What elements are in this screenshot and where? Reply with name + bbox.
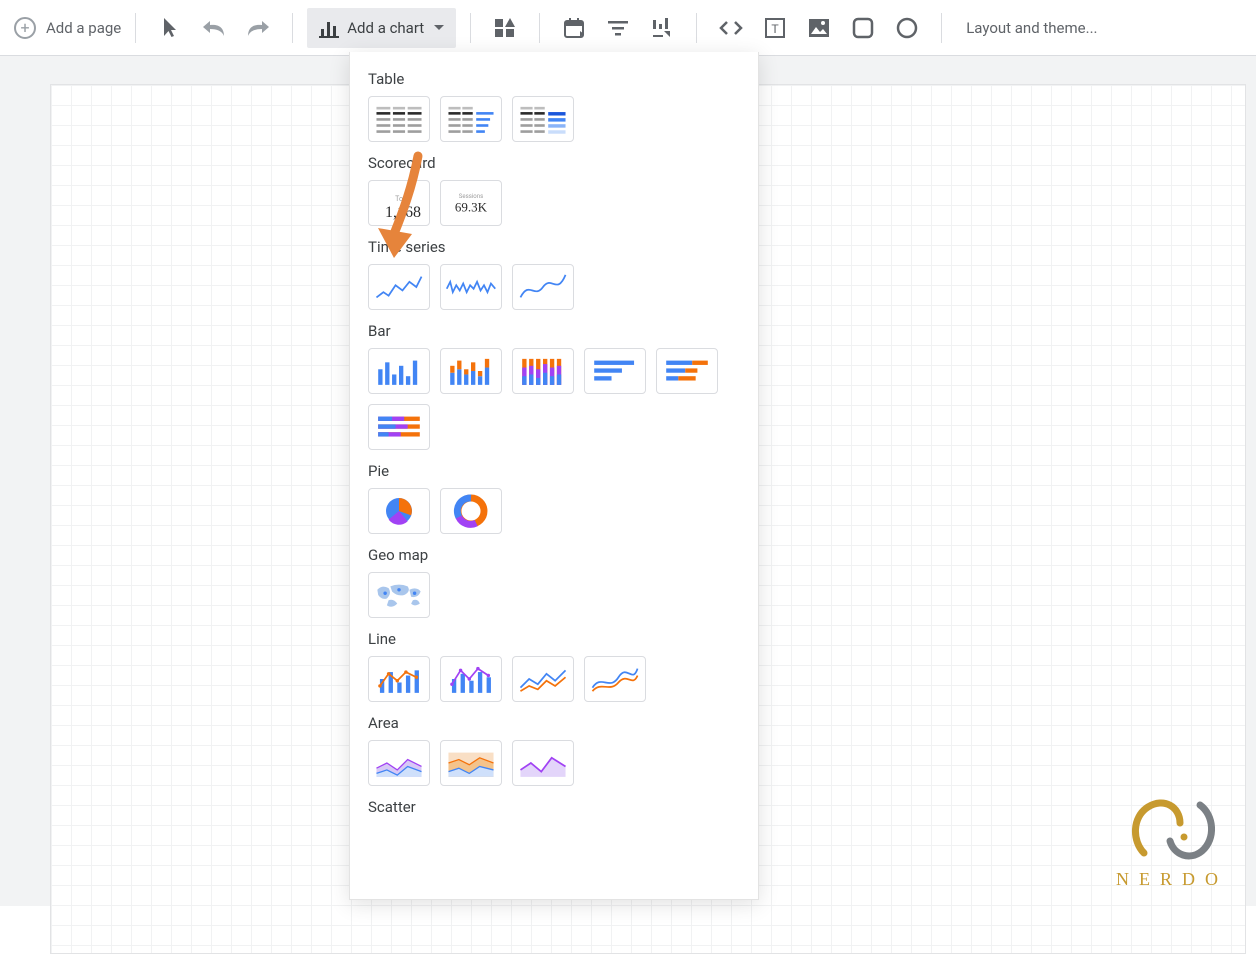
- add-page-label: Add a page: [46, 19, 121, 37]
- section-geo-map: Geo map: [368, 546, 740, 564]
- watermark-logo: NERDO: [1116, 793, 1228, 890]
- redo-icon: [245, 18, 271, 38]
- chart-thumb-pie[interactable]: [368, 488, 430, 534]
- chart-thumb-combo-1[interactable]: [368, 656, 430, 702]
- chart-thumb-area-100[interactable]: [440, 740, 502, 786]
- rectangle-shape-button[interactable]: [843, 8, 883, 48]
- main-toolbar: + Add a page Add a chart: [0, 0, 1256, 56]
- image-button[interactable]: [799, 8, 839, 48]
- community-visualizations-button[interactable]: [485, 8, 525, 48]
- add-page-button[interactable]: + Add a page: [14, 8, 121, 48]
- toolbar-separator: [470, 13, 471, 43]
- svg-text:T: T: [772, 22, 780, 36]
- undo-button[interactable]: [194, 8, 234, 48]
- add-chart-button[interactable]: Add a chart: [307, 8, 456, 48]
- chart-thumb-combo-2[interactable]: [440, 656, 502, 702]
- add-chart-label: Add a chart: [347, 19, 424, 37]
- data-control-button[interactable]: [642, 8, 682, 48]
- chart-thumb-bar-horizontal[interactable]: [584, 348, 646, 394]
- section-bar: Bar: [368, 322, 740, 340]
- layout-theme-label: Layout and theme...: [966, 19, 1097, 37]
- section-table: Table: [368, 70, 740, 88]
- chart-thumb-table-heatmap[interactable]: [512, 96, 574, 142]
- chart-thumb-area-stacked[interactable]: [368, 740, 430, 786]
- circle-shape-button[interactable]: [887, 8, 927, 48]
- layout-theme-button[interactable]: Layout and theme...: [956, 8, 1107, 48]
- text-box-button[interactable]: T: [755, 8, 795, 48]
- select-tool-button[interactable]: [150, 8, 190, 48]
- chart-thumb-line-multi[interactable]: [512, 656, 574, 702]
- chart-thumb-bar-100-stacked-column[interactable]: [512, 348, 574, 394]
- calendar-icon: [563, 17, 585, 39]
- scorecard2-value: 69.3K: [455, 200, 488, 215]
- chart-thumb-timeseries-spark[interactable]: [440, 264, 502, 310]
- section-scatter: Scatter: [368, 798, 740, 816]
- code-icon: [719, 19, 743, 37]
- annotation-arrow: [378, 148, 428, 258]
- toolbar-separator: [696, 13, 697, 43]
- date-range-control-button[interactable]: [554, 8, 594, 48]
- chart-thumb-geo-map[interactable]: [368, 572, 430, 618]
- square-icon: [852, 17, 874, 39]
- circle-icon: [896, 17, 918, 39]
- text-box-icon: T: [764, 17, 786, 39]
- chart-thumb-timeseries-smooth[interactable]: [512, 264, 574, 310]
- undo-icon: [201, 18, 227, 38]
- chart-thumb-bar-100-stacked-horizontal[interactable]: [368, 404, 430, 450]
- redo-button[interactable]: [238, 8, 278, 48]
- chart-thumb-bar-column[interactable]: [368, 348, 430, 394]
- chevron-down-icon: [434, 25, 444, 30]
- filter-control-button[interactable]: [598, 8, 638, 48]
- watermark-text: NERDO: [1116, 869, 1228, 890]
- plus-circle-icon: +: [14, 17, 36, 39]
- nerdo-logo-icon: [1124, 793, 1220, 865]
- data-control-icon: [651, 17, 673, 39]
- chart-thumb-bar-stacked-column[interactable]: [440, 348, 502, 394]
- chart-thumb-area-single[interactable]: [512, 740, 574, 786]
- chart-thumb-donut[interactable]: [440, 488, 502, 534]
- cursor-icon: [161, 17, 179, 39]
- shapes-icon: [493, 17, 517, 39]
- chart-thumb-timeseries-line[interactable]: [368, 264, 430, 310]
- bar-chart-icon: [319, 18, 339, 38]
- section-area: Area: [368, 714, 740, 732]
- toolbar-separator: [292, 13, 293, 43]
- chart-thumb-scorecard-compact[interactable]: Sessions 69.3K: [440, 180, 502, 226]
- section-line: Line: [368, 630, 740, 648]
- chart-thumb-bar-stacked-horizontal[interactable]: [656, 348, 718, 394]
- chart-thumb-table-basic[interactable]: [368, 96, 430, 142]
- filter-icon: [607, 19, 629, 37]
- url-embed-button[interactable]: [711, 8, 751, 48]
- toolbar-separator: [941, 13, 942, 43]
- chart-thumb-line-smooth-multi[interactable]: [584, 656, 646, 702]
- toolbar-separator: [539, 13, 540, 43]
- chart-thumb-table-bars[interactable]: [440, 96, 502, 142]
- image-icon: [808, 18, 830, 38]
- section-pie: Pie: [368, 462, 740, 480]
- scorecard2-label: Sessions: [459, 193, 483, 200]
- toolbar-separator: [135, 13, 136, 43]
